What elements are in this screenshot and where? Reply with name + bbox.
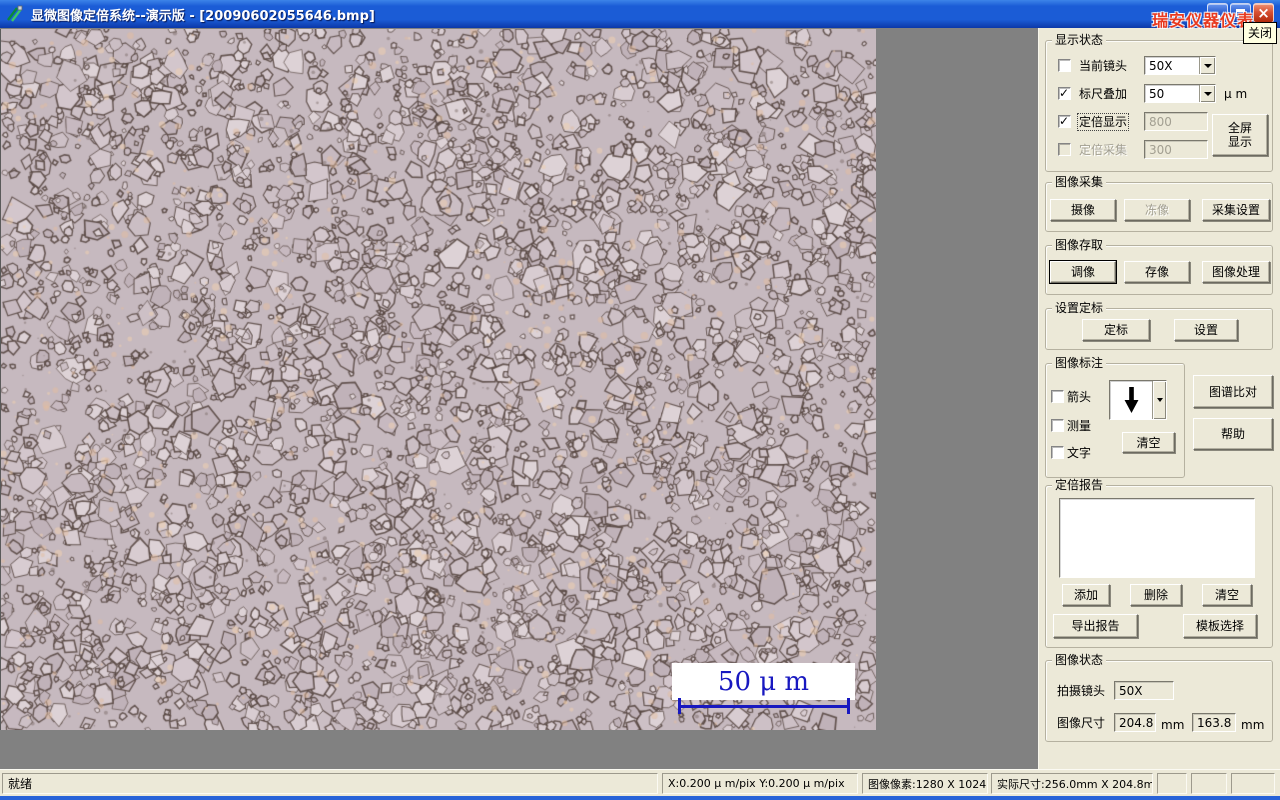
- status-bar: 就绪 X:0.200 μ m/pix Y:0.200 μ m/pix 图像像素:…: [0, 769, 1280, 796]
- current-lens-value: 50X: [1149, 58, 1173, 73]
- close-button[interactable]: ×: [1253, 3, 1274, 23]
- status-actual-size: 实际尺寸:256.0mm X 204.8mm: [991, 773, 1153, 794]
- template-select-button[interactable]: 模板选择: [1183, 614, 1257, 638]
- shoot-button[interactable]: 摄像: [1050, 199, 1116, 221]
- checkbox-measure[interactable]: [1051, 419, 1064, 432]
- image-height-field: 163.8: [1192, 713, 1236, 732]
- label-scale-unit: μ m: [1224, 87, 1248, 101]
- report-add-button[interactable]: 添加: [1062, 584, 1110, 606]
- checkbox-arrow[interactable]: [1051, 390, 1064, 403]
- close-tooltip: 关闭: [1243, 22, 1278, 44]
- label-width-unit: mm: [1161, 718, 1185, 732]
- report-list[interactable]: [1059, 498, 1255, 578]
- chevron-down-icon[interactable]: [1152, 381, 1166, 419]
- scale-value-select[interactable]: 50: [1144, 84, 1216, 103]
- fixed-capture-field: 300: [1144, 140, 1208, 159]
- group-image-status: 图像状态 拍摄镜头 50X 图像尺寸 204.8 mm 163.8 mm: [1045, 653, 1273, 742]
- app-icon: [7, 5, 23, 22]
- restore-button[interactable]: [1230, 3, 1251, 23]
- help-button[interactable]: 帮助: [1193, 418, 1273, 450]
- clear-annotation-button[interactable]: 清空: [1122, 432, 1175, 453]
- scale-value: 50: [1149, 86, 1165, 101]
- label-height-unit: mm: [1241, 718, 1265, 732]
- label-fixed-capture: 定倍采集: [1079, 143, 1128, 157]
- fullscreen-button[interactable]: 全屏显示: [1212, 114, 1268, 156]
- title-bar: 显微图像定倍系统--演示版 - [20090602055646.bmp] ×: [0, 0, 1280, 28]
- label-shoot-lens: 拍摄镜头: [1057, 684, 1106, 698]
- scale-bar-label: 50 μ m: [672, 663, 855, 700]
- calibrate-button[interactable]: 定标: [1082, 319, 1150, 341]
- minimize-icon: [1212, 15, 1220, 18]
- chevron-down-icon[interactable]: [1199, 85, 1215, 102]
- checkbox-text[interactable]: [1051, 446, 1064, 459]
- load-image-button[interactable]: 调像: [1049, 260, 1117, 284]
- status-ready: 就绪: [2, 773, 658, 794]
- status-empty-panel: [1231, 773, 1275, 794]
- group-display-status-title: 显示状态: [1052, 33, 1107, 48]
- down-arrow-glyph-icon: [1110, 381, 1152, 419]
- label-image-size: 图像尺寸: [1057, 716, 1106, 730]
- restore-icon: [1236, 9, 1245, 17]
- report-clear-button[interactable]: 清空: [1202, 584, 1252, 606]
- checkbox-fixed-capture: [1058, 143, 1071, 156]
- close-icon: ×: [1257, 4, 1270, 22]
- group-storage: 图像存取 调像 存像 图像处理: [1045, 238, 1273, 295]
- group-report-title: 定倍报告: [1052, 478, 1107, 493]
- group-annotation-title: 图像标注: [1052, 356, 1107, 371]
- group-capture-title: 图像采集: [1052, 175, 1107, 190]
- capture-settings-button[interactable]: 采集设置: [1202, 199, 1270, 221]
- checkbox-scale-overlay[interactable]: [1058, 86, 1071, 100]
- freeze-button: 冻像: [1124, 199, 1190, 221]
- group-calibration-title: 设置定标: [1052, 301, 1107, 316]
- report-delete-button[interactable]: 删除: [1130, 584, 1182, 606]
- label-fixed-display: 定倍显示: [1076, 113, 1130, 131]
- mdi-client-area: 50 μ m: [0, 28, 1038, 769]
- group-storage-title: 图像存取: [1052, 238, 1107, 253]
- image-width-field: 204.8: [1114, 713, 1156, 732]
- label-current-lens: 当前镜头: [1079, 59, 1128, 73]
- window-title: 显微图像定倍系统--演示版 - [20090602055646.bmp]: [31, 8, 375, 24]
- label-measure: 测量: [1067, 419, 1092, 433]
- atlas-compare-button[interactable]: 图谱比对: [1193, 375, 1273, 408]
- arrow-style-select[interactable]: [1109, 380, 1167, 420]
- status-pixels: 图像像素:1280 X 1024: [862, 773, 988, 794]
- status-resolution: X:0.200 μ m/pix Y:0.200 μ m/pix: [662, 773, 858, 794]
- app-window: 显微图像定倍系统--演示版 - [20090602055646.bmp] × 瑞…: [0, 0, 1280, 800]
- group-annotation: 图像标注 箭头 测量 文字 清空: [1045, 356, 1185, 478]
- label-scale-overlay: 标尺叠加: [1079, 87, 1128, 101]
- setup-button[interactable]: 设置: [1174, 319, 1238, 341]
- group-image-status-title: 图像状态: [1052, 653, 1107, 668]
- checkbox-current-lens[interactable]: [1058, 59, 1071, 72]
- fixed-display-field: 800: [1144, 112, 1208, 131]
- label-text: 文字: [1067, 446, 1092, 460]
- micrograph-image[interactable]: [0, 29, 876, 730]
- group-display-status: 显示状态 当前镜头 50X 标尺叠加 50 μ m 定倍显示 800 定倍采集 …: [1045, 33, 1273, 172]
- group-report: 定倍报告 添加 删除 清空 导出报告 模板选择: [1045, 478, 1273, 648]
- image-process-button[interactable]: 图像处理: [1202, 261, 1270, 283]
- shoot-lens-field: 50X: [1114, 681, 1174, 700]
- control-panel: 显示状态 当前镜头 50X 标尺叠加 50 μ m 定倍显示 800 定倍采集 …: [1038, 28, 1280, 769]
- checkbox-fixed-display[interactable]: [1058, 114, 1071, 128]
- scale-bar-line: [678, 698, 850, 714]
- status-empty-panel: [1191, 773, 1227, 794]
- group-capture: 图像采集 摄像 冻像 采集设置: [1045, 175, 1273, 232]
- window-bottom-border: [0, 796, 1280, 800]
- chevron-down-icon[interactable]: [1199, 57, 1215, 74]
- minimize-button[interactable]: [1207, 3, 1228, 23]
- scale-bar-text: 50 μ m: [717, 666, 810, 697]
- save-image-button[interactable]: 存像: [1124, 261, 1190, 283]
- group-calibration: 设置定标 定标 设置: [1045, 301, 1273, 350]
- current-lens-select[interactable]: 50X: [1144, 56, 1216, 75]
- label-arrow: 箭头: [1067, 390, 1092, 404]
- export-report-button[interactable]: 导出报告: [1053, 614, 1138, 638]
- status-empty-panel: [1157, 773, 1187, 794]
